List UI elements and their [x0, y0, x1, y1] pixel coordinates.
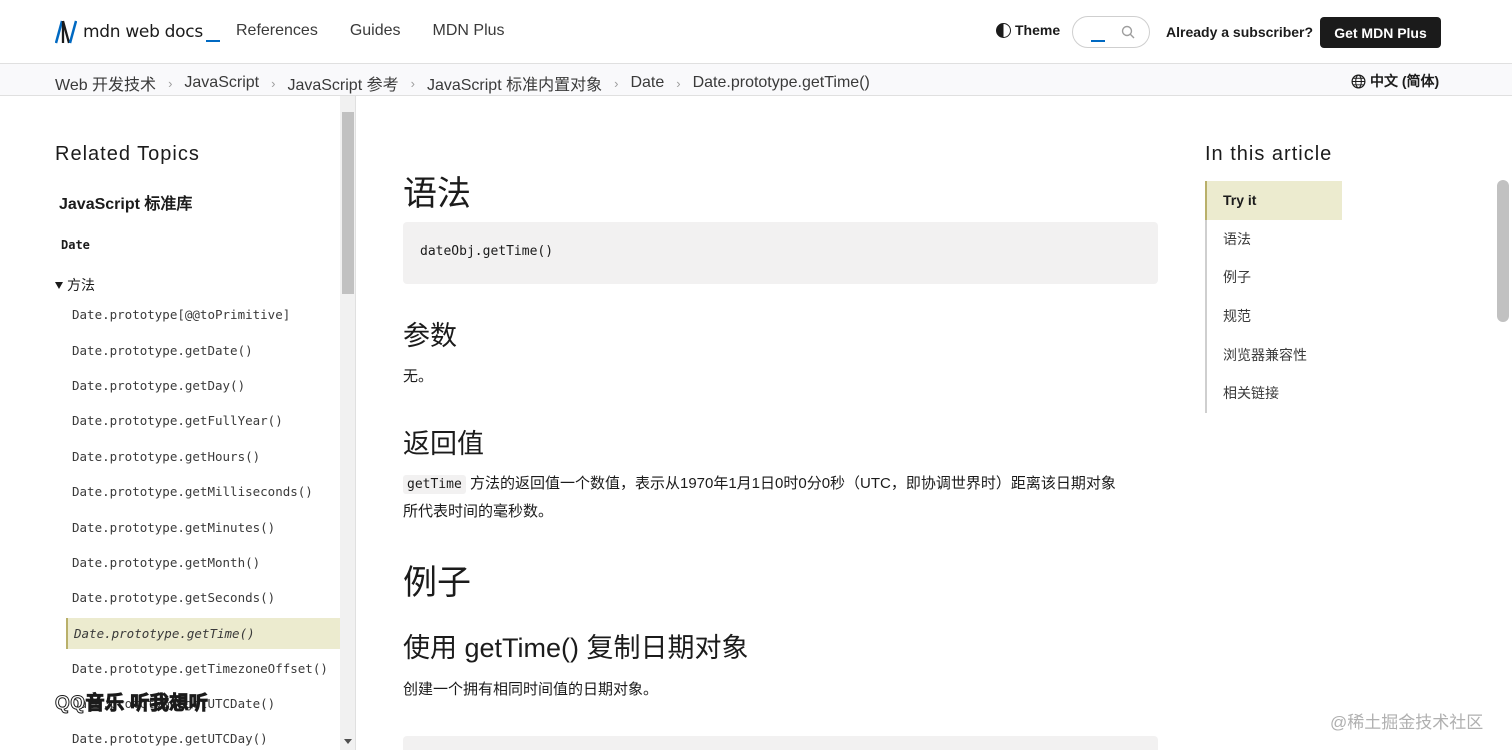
search-icon: [1121, 25, 1135, 39]
subscriber-link[interactable]: Already a subscriber?: [1166, 24, 1313, 40]
breadcrumb-bar: Web 开发技术 › JavaScript › JavaScript 参考 › …: [0, 64, 1512, 96]
sidebar-title: Related Topics: [55, 143, 200, 165]
nav-guides[interactable]: Guides: [350, 22, 401, 40]
logo-text: mdn web docs: [83, 22, 203, 42]
site-header: mdn web docs References Guides MDN Plus …: [0, 0, 1512, 64]
sidebar-method-list: Date.prototype[@@toPrimitive] Date.proto…: [0, 297, 340, 750]
breadcrumb: Web 开发技术 › JavaScript › JavaScript 参考 › …: [55, 71, 870, 95]
watermark: @稀土掘金技术社区: [1330, 713, 1484, 732]
page-scrollbar-thumb[interactable]: [1497, 180, 1509, 322]
breadcrumb-item[interactable]: Web 开发技术: [55, 71, 156, 95]
breadcrumb-separator: ›: [676, 75, 681, 91]
theme-toggle[interactable]: Theme: [996, 22, 1060, 38]
examples-heading: 例子: [403, 564, 471, 602]
breadcrumb-item[interactable]: JavaScript 标准内置对象: [427, 71, 602, 95]
sidebar-item[interactable]: Date.prototype.getHours(): [0, 439, 340, 474]
breadcrumb-item[interactable]: JavaScript 参考: [287, 71, 398, 95]
sidebar-item[interactable]: Date.prototype.getMinutes(): [0, 509, 340, 544]
breadcrumb-current[interactable]: Date.prototype.getTime(): [693, 74, 870, 92]
sidebar-group-toggle[interactable]: 方法: [55, 275, 95, 295]
sidebar-item[interactable]: Date.prototype.getDate(): [0, 332, 340, 367]
theme-icon: [996, 22, 1011, 38]
breadcrumb-separator: ›: [271, 75, 276, 91]
music-overlay-text: QQ音乐 听我想听: [54, 693, 209, 715]
main-nav: References Guides MDN Plus: [236, 22, 505, 40]
sidebar-item[interactable]: Date.prototype.getFullYear(): [0, 403, 340, 438]
sidebar-item[interactable]: Date.prototype[@@toPrimitive]: [0, 297, 340, 332]
breadcrumb-separator: ›: [168, 75, 173, 91]
toc-item-active[interactable]: Try it: [1205, 181, 1342, 220]
logo-cursor: [205, 40, 220, 42]
example1-text: 创建一个拥有相同时间值的日期对象。: [403, 681, 659, 698]
scroll-down-arrow-icon[interactable]: [344, 739, 352, 744]
sidebar: Related Topics JavaScript 标准库 Date 方法 Da…: [0, 96, 356, 750]
sidebar-object-link[interactable]: Date: [61, 238, 90, 252]
theme-label: Theme: [1015, 22, 1061, 38]
search-input[interactable]: [1072, 16, 1150, 48]
inline-code: getTime: [403, 475, 466, 494]
sidebar-library-link[interactable]: JavaScript 标准库: [59, 190, 192, 214]
toc-item[interactable]: 语法: [1207, 220, 1342, 259]
return-text: getTime 方法的返回值一个数值，表示从1970年1月1日0时0分0秒（UT…: [403, 470, 1158, 525]
globe-icon: [1351, 74, 1366, 88]
toc-item[interactable]: 例子: [1207, 258, 1342, 297]
sidebar-item[interactable]: Date.prototype.getSeconds(): [0, 580, 340, 615]
language-switcher[interactable]: 中文 (简体): [1351, 71, 1439, 91]
language-label: 中文 (简体): [1370, 73, 1440, 89]
caret-down-icon: [55, 281, 63, 289]
sidebar-item[interactable]: Date.prototype.getDay(): [0, 368, 340, 403]
params-heading: 参数: [403, 321, 457, 351]
breadcrumb-separator: ›: [614, 75, 619, 91]
syntax-code: dateObj.getTime(): [420, 244, 554, 259]
get-mdn-plus-button[interactable]: Get MDN Plus: [1320, 17, 1441, 48]
return-text-line2: 所代表时间的毫秒数。: [403, 503, 554, 520]
sidebar-group-label: 方法: [67, 277, 95, 293]
toc-item[interactable]: 规范: [1207, 297, 1342, 336]
toc-item[interactable]: 浏览器兼容性: [1207, 335, 1342, 374]
sidebar-item[interactable]: Date.prototype.getUTCDay(): [0, 721, 340, 750]
syntax-heading: 语法: [403, 175, 471, 213]
sidebar-item[interactable]: Date.prototype.getMilliseconds(): [0, 474, 340, 509]
sidebar-item[interactable]: Date.prototype.getTimezoneOffset(): [0, 651, 340, 686]
params-text: 无。: [403, 368, 434, 385]
breadcrumb-separator: ›: [410, 75, 415, 91]
example1-heading: 使用 getTime() 复制日期对象: [403, 633, 749, 663]
sidebar-item-active[interactable]: Date.prototype.getTime(): [66, 617, 340, 649]
breadcrumb-item[interactable]: Date: [630, 74, 664, 92]
syntax-code-block: dateObj.getTime(): [403, 222, 1158, 284]
return-heading: 返回值: [403, 429, 484, 459]
return-text-line1: 方法的返回值一个数值，表示从1970年1月1日0时0分0秒（UTC，即协调世界时…: [469, 475, 1116, 492]
sidebar-scrollbar-thumb[interactable]: [342, 112, 354, 294]
breadcrumb-item[interactable]: JavaScript: [184, 74, 259, 92]
toc: Try it 语法 例子 规范 浏览器兼容性 相关链接: [1205, 181, 1342, 413]
mdn-logo[interactable]: mdn web docs: [55, 20, 220, 44]
example1-code-block: [403, 736, 1158, 750]
toc-item[interactable]: 相关链接: [1207, 374, 1342, 413]
mdn-logo-icon: [55, 20, 77, 44]
main-content: 语法 dateObj.getTime() 参数 无。 返回值 getTime 方…: [403, 96, 1158, 750]
search-caret: [1091, 40, 1105, 42]
nav-references[interactable]: References: [236, 22, 318, 40]
toc-title: In this article: [1205, 143, 1333, 165]
nav-mdn-plus[interactable]: MDN Plus: [433, 22, 505, 40]
sidebar-item[interactable]: Date.prototype.getMonth(): [0, 545, 340, 580]
